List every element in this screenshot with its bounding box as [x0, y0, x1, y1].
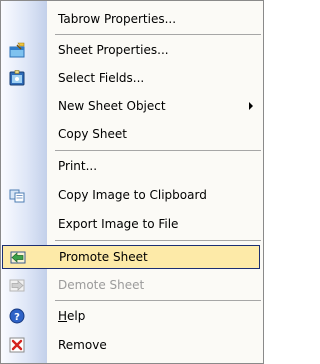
menu-item-new-sheet-object[interactable]: New Sheet Object	[1, 94, 263, 118]
menu-separator	[55, 34, 261, 35]
menu-item-copy-sheet[interactable]: Copy Sheet	[1, 122, 263, 146]
menu-item-label: Select Fields...	[58, 71, 145, 85]
menu-separator	[55, 150, 261, 151]
menu-item-demote-sheet: Demote Sheet	[1, 273, 263, 297]
demote-sheet-icon	[9, 277, 25, 293]
menu-item-label: Export Image to File	[58, 217, 179, 231]
menu-item-sheet-properties[interactable]: Sheet Properties...	[1, 38, 263, 62]
menu-item-label: Copy Image to Clipboard	[58, 188, 207, 202]
select-fields-icon	[9, 70, 25, 86]
menu-separator	[55, 240, 261, 241]
menu-item-copy-image-to-clipboard[interactable]: Copy Image to Clipboard	[1, 183, 263, 207]
menu-item-label: Demote Sheet	[58, 278, 145, 292]
menu-item-label: Sheet Properties...	[58, 43, 169, 57]
remove-icon	[9, 337, 25, 353]
menu-item-accelerator: H	[58, 309, 68, 323]
menu-item-help[interactable]: ? Help	[1, 304, 263, 328]
submenu-arrow-icon	[249, 102, 253, 110]
menu-separator	[55, 300, 261, 301]
copy-image-icon	[9, 187, 25, 203]
menu-item-export-image-to-file[interactable]: Export Image to File	[1, 212, 263, 236]
menu-item-label: Remove	[58, 338, 107, 352]
help-icon: ?	[9, 308, 25, 324]
svg-text:?: ?	[14, 312, 20, 323]
context-menu: Tabrow Properties... Sheet Properties...…	[0, 0, 264, 364]
menu-item-promote-sheet[interactable]: Promote Sheet	[2, 245, 260, 269]
menu-item-label: Promote Sheet	[59, 250, 148, 264]
menu-item-tabrow-properties[interactable]: Tabrow Properties...	[1, 7, 263, 31]
menu-item-label: Tabrow Properties...	[58, 12, 177, 26]
menu-item-label: Copy Sheet	[58, 127, 127, 141]
menu-item-remove[interactable]: Remove	[1, 333, 263, 357]
menu-item-label-rest: elp	[67, 309, 86, 323]
menu-item-select-fields[interactable]: Select Fields...	[1, 66, 263, 90]
menu-item-print[interactable]: Print...	[1, 154, 263, 178]
sheet-properties-icon	[9, 42, 25, 58]
menu-item-label: Help	[58, 304, 85, 328]
menu-item-label: New Sheet Object	[58, 99, 166, 113]
menu-item-label: Print...	[58, 159, 98, 173]
promote-sheet-icon	[10, 249, 26, 265]
